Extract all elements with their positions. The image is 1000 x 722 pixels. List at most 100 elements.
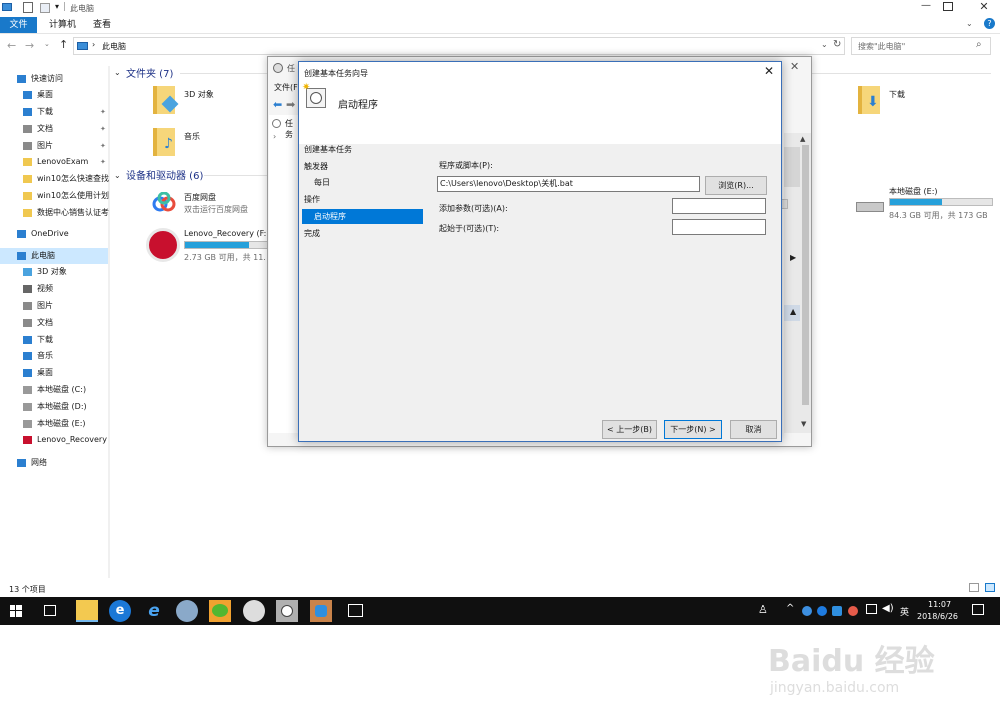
- new-folder-icon[interactable]: [40, 3, 50, 13]
- bg-scroll-down-icon[interactable]: ▼: [801, 420, 806, 428]
- up-icon[interactable]: ↑: [59, 38, 68, 51]
- bg-tree-item[interactable]: 任务: [285, 118, 299, 140]
- people-icon[interactable]: ♙: [758, 603, 768, 616]
- forward-icon[interactable]: →: [25, 39, 34, 52]
- sidebar-item-onedrive[interactable]: OneDrive: [0, 226, 110, 242]
- expand-ribbon-icon[interactable]: ⌄: [966, 19, 973, 28]
- sidebar-item-3d-对象[interactable]: 3D 对象: [0, 264, 110, 280]
- device-local-disk-e[interactable]: 本地磁盘 (E:) 84.3 GB 可用，共 173 GB: [854, 184, 1000, 220]
- breadcrumb-chevron-icon[interactable]: ›: [92, 40, 95, 49]
- sidebar-item-图片[interactable]: 图片 ✦: [0, 138, 110, 154]
- avatar-app-icon[interactable]: [243, 600, 265, 622]
- photos-icon[interactable]: [344, 600, 366, 622]
- bg-close-icon[interactable]: ✕: [790, 60, 799, 73]
- bg-expand-right-icon[interactable]: ▶: [790, 253, 796, 262]
- back-icon[interactable]: ←: [7, 39, 16, 52]
- show-hidden-icons[interactable]: ^: [786, 603, 794, 614]
- bg-scroll-up-icon[interactable]: ▲: [800, 135, 805, 143]
- sidebar-item-数据中心销售认证考[interactable]: 数据中心销售认证考: [0, 205, 110, 221]
- devices-collapse-icon[interactable]: ⌄: [114, 171, 121, 180]
- folder-downloads[interactable]: ⬇ 下载: [855, 84, 975, 118]
- sidebar-item-win10怎么快速查找[interactable]: win10怎么快速查找: [0, 171, 110, 187]
- customize-quick-access-icon[interactable]: ▾: [55, 2, 59, 11]
- bg-tree-expand-icon[interactable]: ›: [273, 132, 276, 141]
- volume-icon[interactable]: ◀): [882, 603, 894, 614]
- start-in-input[interactable]: [672, 219, 766, 235]
- breadcrumb-this-pc[interactable]: 此电脑: [102, 41, 126, 52]
- sidebar-item-下载[interactable]: 下载: [0, 332, 110, 348]
- cancel-button[interactable]: 取消: [730, 420, 777, 439]
- close-button[interactable]: ✕: [972, 0, 996, 14]
- sidebar-item-音乐[interactable]: 音乐: [0, 348, 110, 364]
- clock-time[interactable]: 11:07: [928, 600, 951, 609]
- tab-computer[interactable]: 计算机: [41, 17, 84, 33]
- sidebar-item-本地磁盘-(c:)[interactable]: 本地磁盘 (C:): [0, 382, 110, 398]
- task-view-icon[interactable]: [44, 605, 56, 616]
- sidebar-item-下载[interactable]: 下载 ✦: [0, 104, 110, 120]
- ime-indicator[interactable]: 英: [900, 605, 909, 618]
- edge-icon[interactable]: e: [109, 600, 131, 622]
- maximize-button[interactable]: [943, 2, 953, 11]
- bg-scrollbar-thumb[interactable]: [802, 145, 809, 405]
- search-icon[interactable]: ⌕: [976, 39, 982, 50]
- folder-3d-objects[interactable]: 3D 对象: [150, 84, 270, 118]
- pin-icon[interactable]: ✦: [100, 104, 106, 120]
- step-finish[interactable]: 完成: [304, 228, 320, 239]
- folders-section-header[interactable]: 文件夹 (7): [126, 65, 173, 80]
- pin-icon[interactable]: ✦: [100, 138, 106, 154]
- action-center-icon[interactable]: [972, 604, 984, 615]
- program-input[interactable]: C:\Users\lenovo\Desktop\关机.bat: [437, 176, 700, 192]
- task-scheduler-taskbar-icon[interactable]: [276, 600, 298, 622]
- address-bar[interactable]: › 此电脑 ⌄ ↻: [73, 37, 845, 55]
- search-input[interactable]: 搜索"此电脑": [858, 41, 905, 52]
- bg-collapse-icon[interactable]: ▲: [790, 307, 796, 316]
- clock-date[interactable]: 2018/6/26: [917, 612, 958, 621]
- sidebar-item-文档[interactable]: 文档 ✦: [0, 121, 110, 137]
- sidebar-item-图片[interactable]: 图片: [0, 298, 110, 314]
- sidebar-item-lenovo_recovery[interactable]: Lenovo_Recovery: [0, 432, 110, 448]
- sidebar-item-桌面[interactable]: 桌面: [0, 365, 110, 381]
- sidebar-item-lenovoexam[interactable]: LenovoExam ✦: [0, 154, 110, 170]
- tray-app-icon[interactable]: [802, 606, 812, 616]
- network-icon[interactable]: [866, 604, 877, 614]
- bg-back-icon[interactable]: ⬅: [273, 98, 282, 111]
- bird-app-icon[interactable]: [310, 600, 332, 622]
- tray-bird-icon[interactable]: [832, 606, 842, 616]
- wechat-icon[interactable]: [209, 600, 231, 622]
- sidebar-item-本地磁盘-(d:)[interactable]: 本地磁盘 (D:): [0, 399, 110, 415]
- details-view-icon[interactable]: [969, 583, 979, 592]
- pin-icon[interactable]: ✦: [100, 121, 106, 137]
- devices-section-header[interactable]: 设备和驱动器 (6): [126, 167, 203, 182]
- create-basic-task-wizard[interactable]: 创建基本任务向导 ✕ ✷ 启动程序 创建基本任务 触发器 每日 操作 启动程序 …: [298, 61, 782, 442]
- bg-forward-icon[interactable]: ➡: [286, 98, 295, 111]
- start-windows-icon[interactable]: [10, 605, 22, 617]
- minimize-button[interactable]: —: [914, 0, 938, 14]
- tab-file[interactable]: 文件: [0, 17, 37, 33]
- app-icon[interactable]: [176, 600, 198, 622]
- sidebar-item-快速访问[interactable]: 快速访问: [0, 71, 110, 87]
- recent-locations-icon[interactable]: ⌄: [44, 40, 50, 48]
- device-lenovo-recovery[interactable]: Lenovo_Recovery (F:) 2.73 GB 可用，共 11.: [146, 228, 270, 264]
- sidebar-item-此电脑[interactable]: 此电脑: [0, 248, 110, 264]
- next-button[interactable]: 下一步(N) >: [664, 420, 722, 439]
- bg-menu-file[interactable]: 文件(F: [274, 82, 298, 93]
- help-icon[interactable]: ?: [984, 18, 995, 29]
- tray-pinwheel-icon[interactable]: [848, 606, 858, 616]
- ie-icon[interactable]: e: [143, 600, 165, 622]
- browse-button[interactable]: 浏览(R)...: [705, 176, 767, 195]
- args-input[interactable]: [672, 198, 766, 214]
- step-daily[interactable]: 每日: [314, 177, 330, 188]
- tab-view[interactable]: 查看: [85, 17, 119, 33]
- step-start-program[interactable]: 启动程序: [302, 209, 423, 224]
- step-action[interactable]: 操作: [304, 194, 320, 205]
- folder-music[interactable]: ♪ 音乐: [150, 126, 270, 160]
- sidebar-item-视频[interactable]: 视频: [0, 281, 110, 297]
- address-dropdown-icon[interactable]: ⌄: [821, 40, 828, 49]
- sidebar-item-网络[interactable]: 网络: [0, 455, 110, 471]
- search-box[interactable]: 搜索"此电脑" ⌕: [851, 37, 991, 55]
- step-trigger[interactable]: 触发器: [304, 161, 328, 172]
- pin-icon[interactable]: ✦: [100, 154, 106, 170]
- sidebar-item-本地磁盘-(e:)[interactable]: 本地磁盘 (E:): [0, 416, 110, 432]
- tray-shield-icon[interactable]: [817, 606, 827, 616]
- sidebar-item-桌面[interactable]: 桌面: [0, 87, 110, 103]
